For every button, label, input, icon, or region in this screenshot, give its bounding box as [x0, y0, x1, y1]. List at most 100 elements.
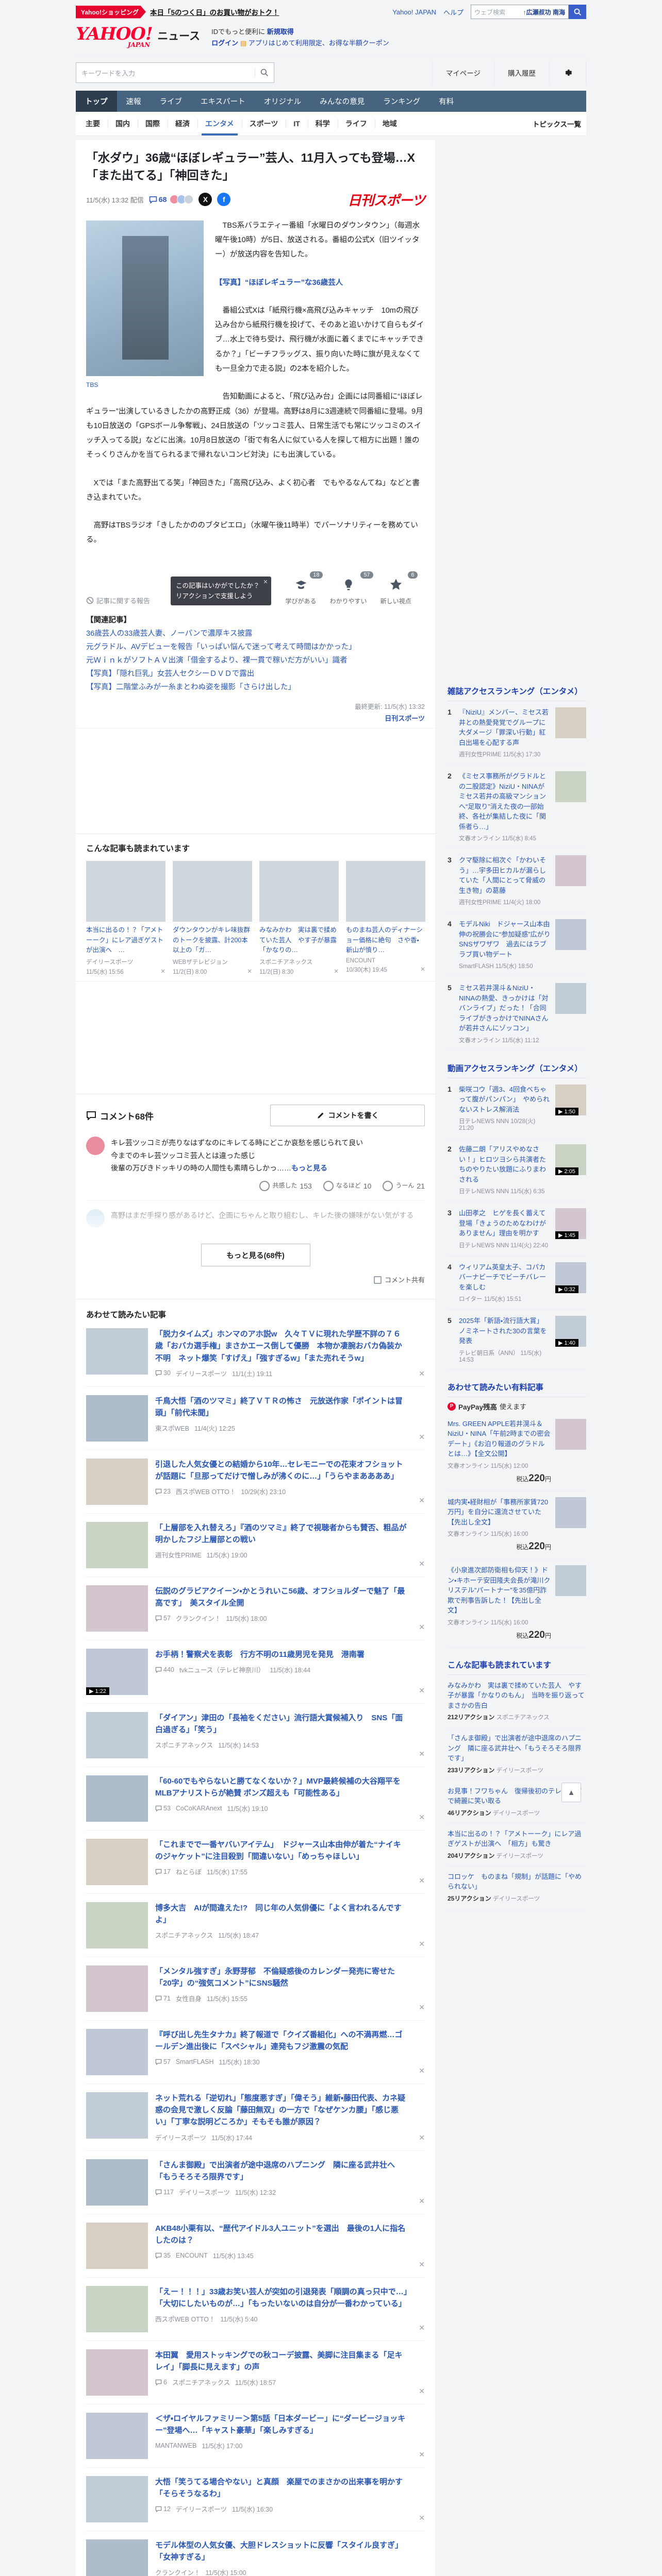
back-to-top-button[interactable]: ▲ [561, 1783, 581, 1802]
also-read-card[interactable]: ダウンタウンがキレ味抜群のトークを披露、計200本以上の「ガ… WEBザテレビジョ… [173, 861, 252, 976]
ranking-item[interactable]: 4 ウィリアム英皇太子、コパカバーナビーチでビーチバレーを楽しむ ロイター 11/5… [448, 1256, 586, 1310]
dismiss-icon[interactable]: ✕ [416, 2197, 425, 2206]
category-tab-科学[interactable]: 科学 [307, 112, 338, 135]
list-comment-count[interactable]: 23 [155, 1488, 171, 1495]
dismiss-icon[interactable]: ✕ [160, 968, 166, 976]
keyword-search-input[interactable]: キーワードを入力 [76, 62, 274, 83]
list-item-title[interactable]: モデル体型の人気女優、大胆ドレスショットに反響「スタイル良すぎ」「女神すぎる」 [155, 2541, 403, 2562]
dismiss-icon[interactable]: ✕ [416, 1623, 425, 1632]
yahoo-news-logo[interactable]: YAHOO! JAPAN ニュース [76, 25, 200, 48]
list-item[interactable]: 大悟「笑うてる場合やない」と真顔 楽屋でのまさかの出来事を明かす「そらそうなるわ… [86, 2468, 425, 2531]
list-item[interactable]: 「これまでで一番ヤバいアイテム」 ドジャース山本由伸が着た“ナイキのジャケット”… [86, 1831, 425, 1894]
ranking-item[interactable]: 4 モデルNiki ドジャース山本由伸の祝勝会に“参加疑惑”広がりSNSザワザワ … [448, 913, 586, 977]
list-item[interactable]: 博多大吉 AIが間違えた!? 同じ年の人気俳優に「よく言われるんですよ」 スポニチ… [86, 1894, 425, 1957]
photo-gallery-link[interactable]: 【写真】“ほぼレギュラー”な36歳芸人 [215, 279, 343, 287]
tooltip-close-icon[interactable]: ✕ [263, 578, 268, 587]
ranking-item-title[interactable]: ウィリアム英皇太子、コパカバーナビーチでビーチバレーを楽しむ [459, 1263, 546, 1291]
ranking-item[interactable]: 3 クマ駆除に相次ぐ「かわいそう」…宇多田ヒカルが漏らしていた「人間にとって脅威の… [448, 849, 586, 913]
list-item[interactable]: 伝説のグラビアクイーン・かとうれいこ56歳、オフショルダーで魅了「最高です」 美… [86, 1577, 425, 1640]
report-article-link[interactable]: 記事に関する報告 [86, 596, 150, 605]
list-item-title[interactable]: 「さんま御殿」で出演者が途中退席のハプニング 隣に座る武井壮へ「もうそろそろ限界… [155, 2161, 395, 2181]
list-item-title[interactable]: 伝説のグラビアクイーン・かとうれいこ56歳、オフショルダーで魅了「最高です」 美… [155, 1587, 405, 1607]
list-item[interactable]: 本田翼 愛用ストッキングでの秋コーデ披露、美脚に注目集まる「足キレイ」「脚長に見… [86, 2341, 425, 2404]
related-article-link[interactable]: 元ＷｉｎｋがソフトＡＶ出演「借金するより、裸一貫で稼いだ方がいい」識者 [86, 654, 425, 667]
share-facebook-button[interactable]: f [217, 193, 231, 207]
list-item[interactable]: ネット荒れる「逆切れ」「態度悪すぎ」「偉そう」維新・藤田代表、カネ疑惑の会見で激… [86, 2084, 425, 2151]
ranking-item-title[interactable]: 柴咲コウ「週3、4回食べちゃって腹がパンパン」 やめられないストレス解消法 [459, 1086, 550, 1113]
list-item-title[interactable]: 大悟「笑うてる場合やない」と真顔 楽屋でのまさかの出来事を明かす「そらそうなるわ… [155, 2478, 403, 2498]
reco-item-title[interactable]: 「さんま御殿」で出演者が途中退席のハプニング 隣に座る武井壮へ「もうそろそろ限界… [448, 1734, 582, 1762]
list-comment-count[interactable]: 12 [155, 2505, 171, 2513]
list-item[interactable]: ＜ザ・ロイヤルファミリー＞第5話「日本ダービー」に“ダービージョッキー”登場へ…… [86, 2404, 425, 2468]
category-tab-IT[interactable]: IT [286, 113, 307, 134]
dismiss-icon[interactable]: ✕ [416, 1750, 425, 1758]
list-item-title[interactable]: 本田翼 愛用ストッキングでの秋コーデ披露、美脚に注目集まる「足キレイ」「脚長に見… [155, 2351, 403, 2371]
dismiss-icon[interactable]: ✕ [416, 2066, 425, 2075]
paid-item-title[interactable]: 《小泉進次郎防衛相も仰天！》ドン・キホーテ安田隆夫会長が滝川クリステル“パートナ… [448, 1566, 550, 1614]
dismiss-icon[interactable]: ✕ [416, 1940, 425, 1948]
list-item-title[interactable]: 千鳥大悟「酒のツマミ」終了ＶＴＲの怖さ 元放送作家「ポイントは冒頭」「前代未聞」 [155, 1397, 403, 1417]
paid-article-item[interactable]: Mrs. GREEN APPLE若井滉斗＆NiziU・NINA「午前2時までの密… [448, 1413, 586, 1491]
category-tab-ライフ[interactable]: ライフ [337, 112, 375, 135]
paid-item-title[interactable]: Mrs. GREEN APPLE若井滉斗＆NiziU・NINA「午前2時までの密… [448, 1420, 550, 1458]
sidebar-reco-item[interactable]: コロッケ ものまね「規制」が話題に「やめられない」 25リアクション デイリースポ… [448, 1866, 586, 1909]
comment-reaction-なるほど[interactable]: なるほど 10 [323, 1180, 371, 1193]
ranking-item[interactable]: 1 『NiziU』メンバー、ミセス若井との熱愛発覚でグループに大ダメージ「罪深い行… [448, 701, 586, 766]
dismiss-icon[interactable]: ✕ [416, 1876, 425, 1885]
dismiss-icon[interactable]: ✕ [416, 2450, 425, 2459]
dismiss-icon[interactable]: ✕ [247, 968, 252, 976]
category-tab-経済[interactable]: 経済 [168, 112, 197, 135]
nav-tab-速報[interactable]: 速報 [117, 91, 151, 112]
sidebar-reco-item[interactable]: 「さんま御殿」で出演者が途中退席のハプニング 隣に座る武井壮へ「もうそろそろ限界… [448, 1727, 586, 1781]
list-item-title[interactable]: お手柄！警察犬を表彰 行方不明の11歳男児を発見 港南署 [155, 1650, 365, 1659]
card-title[interactable]: 本当に出るの！？「アメトーーク」にレア過ぎゲストが出演へ … [86, 925, 166, 955]
list-item-title[interactable]: 引退した人気女優との結婚から10年…セレモニーでの花束オフショットが話題に「旦那… [155, 1460, 403, 1481]
settings-gear-button[interactable] [549, 61, 586, 85]
nav-tab-エキスパート[interactable]: エキスパート [191, 91, 255, 112]
list-item[interactable]: ▶ 1:22 お手柄！警察犬を表彰 行方不明の11歳男児を発見 港南署 440 tvk… [86, 1640, 425, 1704]
article-photo[interactable]: TBS [86, 220, 204, 391]
list-item-title[interactable]: 博多大吉 AIが間違えた!? 同じ年の人気俳優に「よく言われるんですよ」 [155, 1904, 402, 1924]
list-item-title[interactable]: 『呼び出し先生タナカ』終了報道で「クイズ番組化」への不満再燃…ゴールデン進出後に… [155, 2030, 403, 2051]
web-search[interactable]: ウェブ検索 ↑広瀬叔功 南海 [471, 5, 586, 19]
ranking-item[interactable]: 2 佐藤二朗「アリスやめなさい！」ヒロツヨシら共演者たちのやりたい放題にふりまわさ… [448, 1138, 586, 1202]
dismiss-icon[interactable]: ✕ [416, 1686, 425, 1695]
sidebar-reco-item[interactable]: 本当に出るの！？「アメトーーク」にレア過ぎゲストが出演へ 「相方」も驚き 204リ… [448, 1823, 586, 1866]
login-link[interactable]: ログイン [211, 39, 238, 47]
list-comment-count[interactable]: 57 [155, 1615, 171, 1622]
mypage-link[interactable]: マイページ [432, 61, 494, 85]
shopping-promo-link[interactable]: 本日「5のつく日」のお買い物がおトク！ [150, 7, 279, 17]
reco-item-title[interactable]: みなみかわ 実は裏で揉めていた芸人 やす子が暴露「かなりのもん」 当時を振り返っ… [448, 1682, 585, 1709]
list-comment-count[interactable]: 440 [155, 1666, 174, 1673]
list-item[interactable]: 「えー！！！」33歳お笑い芸人が突如の引退発表「順調の真っ只中で…」「大切にした… [86, 2278, 425, 2341]
list-item[interactable]: 「60-60でもやらないと勝てなくないか？」MVP最終候補の大谷翔平をMLBアナ… [86, 1767, 425, 1831]
reaction-新しい視点[interactable]: 6 新しい視点 [380, 571, 418, 605]
nav-tab-ランキング[interactable]: ランキング [374, 91, 429, 112]
comment-reaction-うーん[interactable]: うーん 21 [383, 1180, 425, 1193]
topics-list-link[interactable]: トピックス一覧 [533, 118, 584, 129]
comment-count-link[interactable]: 68 [149, 195, 167, 204]
comment-item-faded[interactable]: 高野はまだ手探り感があるけど、企画にちゃんと取り組むし、キレた後の嫌味がない気が… [86, 1200, 425, 1239]
list-item[interactable]: 引退した人気女優との結婚から10年…セレモニーでの花束オフショットが話題に「旦那… [86, 1450, 425, 1514]
ranking-item[interactable]: 5 2025年「新語・流行語大賞」 ノミネートされた30の言葉を発表 テレビ朝日系（… [448, 1310, 586, 1370]
list-item-title[interactable]: 「脱力タイムズ」ホンマのアホ説w 久々ＴＶに現れた学歴不詳の７６歳「おバカ選手権… [155, 1330, 402, 1363]
list-item-title[interactable]: 「上層部を入れ替えろ」『酒のツマミ』終了で視聴者からも賛否、粗品が明かしたフジ上… [155, 1523, 407, 1544]
nav-tab-ライブ[interactable]: ライブ [151, 91, 192, 112]
source-link[interactable]: 日刊スポーツ [385, 715, 425, 722]
trending-query[interactable]: ↑広瀬叔功 南海 [523, 8, 565, 16]
list-item[interactable]: 「脱力タイムズ」ホンマのアホ説w 久々ＴＶに現れた学歴不詳の７６歳「おバカ選手権… [86, 1320, 425, 1387]
list-item[interactable]: 「さんま御殿」で出演者が途中退席のハプニング 隣に座る武井壮へ「もうそろそろ限界… [86, 2151, 425, 2214]
list-item-title[interactable]: 「えー！！！」33歳お笑い芸人が突如の引退発表「順調の真っ只中で…」「大切にした… [155, 2287, 407, 2308]
comment-more-link[interactable]: もっと見る [291, 1164, 327, 1172]
help-link[interactable]: ヘルプ [443, 7, 464, 17]
also-read-card[interactable]: みなみかわ 実は裏で揉めていた芸人 やす子が暴露「かなりの… スポニチアネックス 1… [259, 861, 339, 976]
list-item-title[interactable]: ネット荒れる「逆切れ」「態度悪すぎ」「偉そう」維新・藤田代表、カネ疑惑の会見で激… [155, 2094, 405, 2127]
list-item-title[interactable]: 「メンタル強すぎ」永野芽郁 不倫疑惑後のカレンダー発売に寄せた「20字」の“強気… [155, 1967, 395, 1988]
dismiss-icon[interactable]: ✕ [416, 1560, 425, 1568]
paid-article-item[interactable]: 城内実・経財相が「事務所家賃720万円」を自分に還流させていた【先出し全文】 文春… [448, 1491, 586, 1560]
list-item[interactable]: 『呼び出し先生タナカ』終了報道で「クイズ番組化」への不満再燃…ゴールデン進出後に… [86, 2021, 425, 2084]
register-link[interactable]: 新規取得 [267, 28, 294, 36]
list-item[interactable]: 「メンタル強すぎ」永野芽郁 不倫疑惑後のカレンダー発売に寄せた「20字」の“強気… [86, 1957, 425, 2021]
ranking-item[interactable]: 3 山田孝之 ヒゲを長く蓄えて登場「きょうのためなわけがありません」理由を明かす日… [448, 1202, 586, 1256]
dismiss-icon[interactable]: ✕ [416, 2260, 425, 2269]
